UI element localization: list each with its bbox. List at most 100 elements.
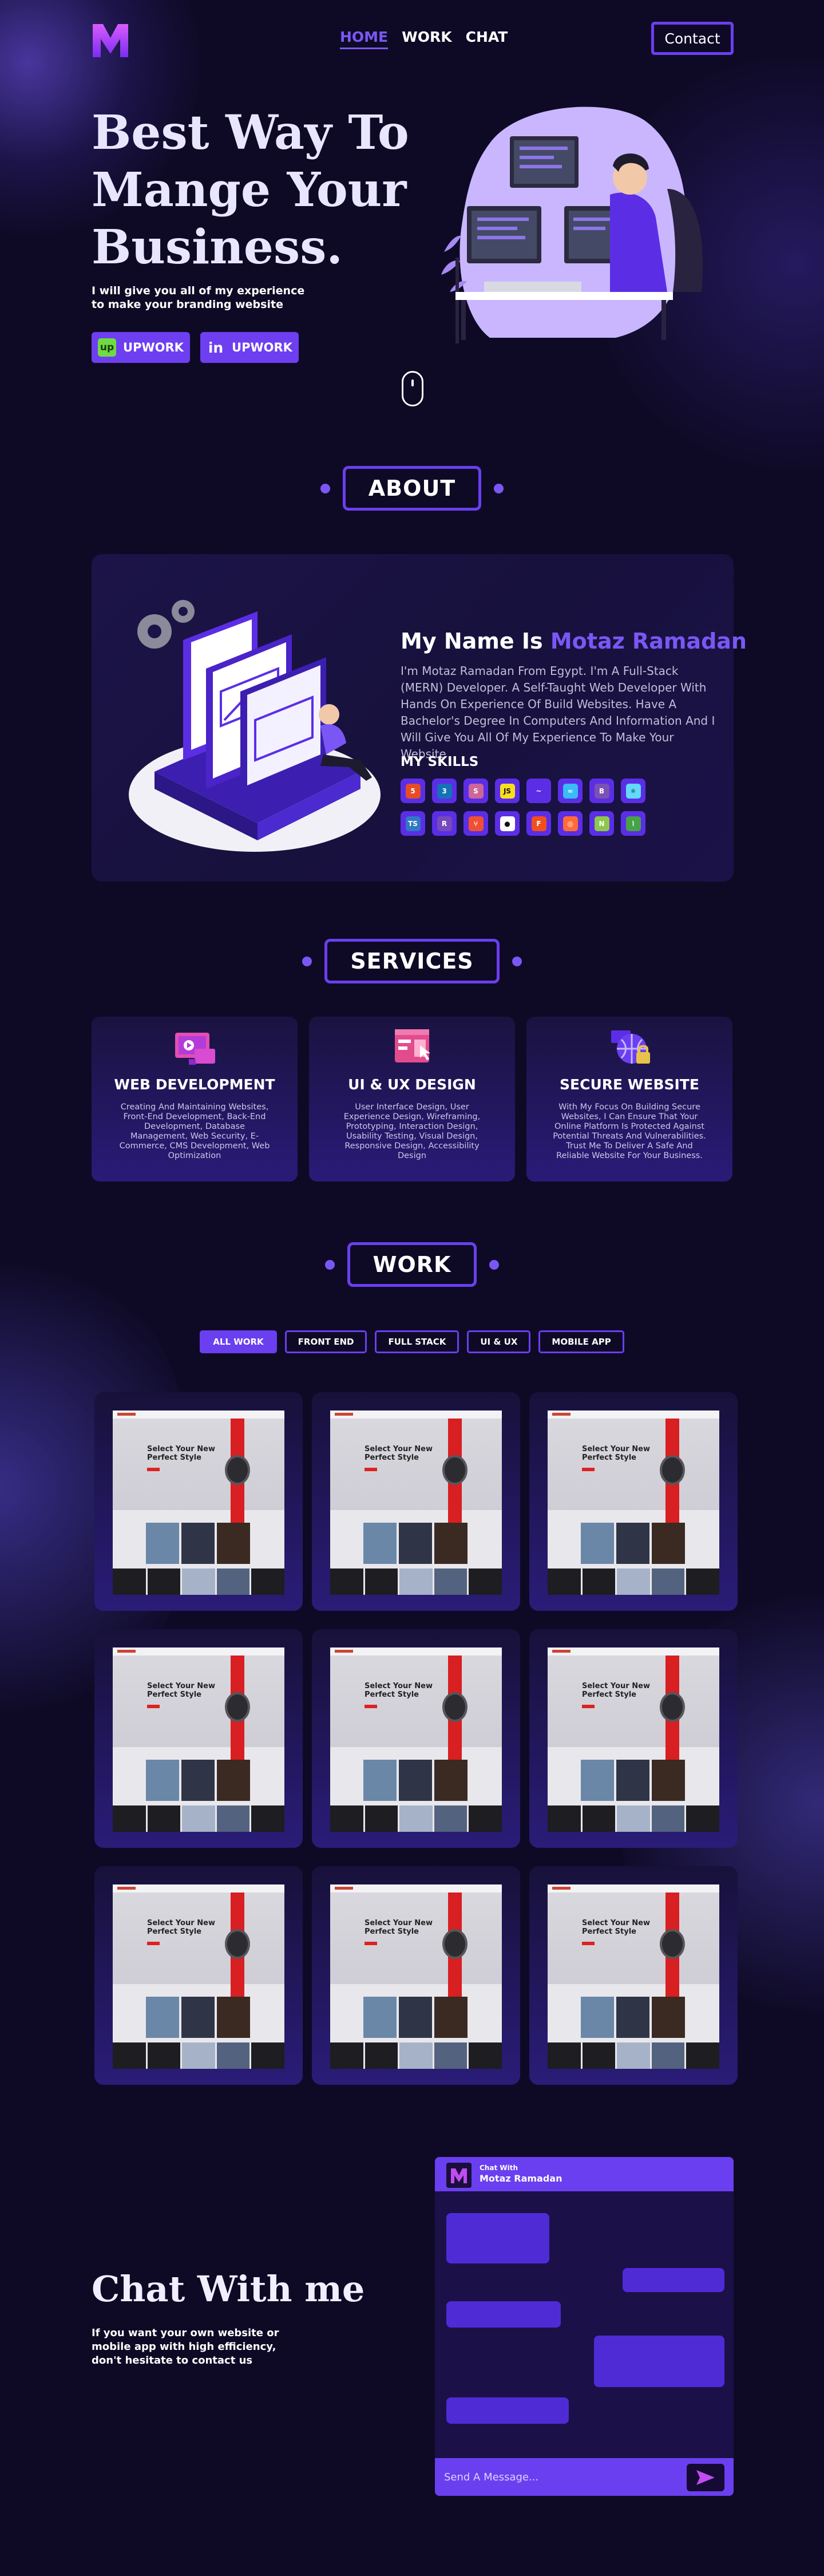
filter-front-end[interactable]: FRONT END (284, 1330, 367, 1353)
chat-message-input[interactable] (444, 2467, 679, 2487)
work-card[interactable]: Select Your New Perfect Style (529, 1629, 738, 1848)
bootstrap-icon: B (589, 779, 614, 803)
sass-icon: S (464, 779, 488, 803)
screenshot-strip (548, 2042, 719, 2069)
about-name-heading: My Name Is Motaz Ramadan (401, 629, 747, 654)
skill-glyph: JS (500, 783, 515, 799)
mongodb-icon: ⌇ (621, 811, 645, 836)
work-card[interactable]: Select Your New Perfect Style (312, 1392, 520, 1611)
screenshot-strip (113, 2042, 284, 2069)
chat-message-outgoing (623, 2268, 724, 2292)
skills-list: 5 3 S JS ~ ≈ B ⚛ TS R ⑂ ● F ◎ N ⌇ (401, 779, 664, 836)
screenshot-strip (113, 1805, 284, 1832)
send-button[interactable] (687, 2464, 724, 2491)
chat-input-bar (435, 2458, 734, 2496)
screenshot-top-bar (330, 1647, 502, 1656)
screenshot-top-bar (113, 1411, 284, 1419)
screenshot-button (582, 1468, 595, 1471)
name-prefix: My Name Is (401, 629, 543, 654)
chat-window: Chat With Motaz Ramadan (435, 2157, 734, 2496)
chat-message-outgoing (594, 2336, 724, 2387)
skill-glyph: B (594, 783, 609, 799)
filter-all-work[interactable]: ALL WORK (200, 1330, 277, 1353)
hero-title: Best Way To Mange Your Business. (92, 105, 409, 275)
ui-ux-design-icon (395, 1029, 430, 1062)
scroll-down-icon[interactable] (402, 371, 423, 406)
screenshot-top-bar (113, 1884, 284, 1893)
screenshot-gallery (146, 1760, 250, 1801)
linkedin-button-label: UPWORK (232, 341, 292, 354)
screenshot-button (147, 1942, 160, 1945)
service-text: Creating And Maintaining Websites, Front… (119, 1103, 270, 1160)
project-headline: Select Your New Perfect Style (365, 1919, 433, 1936)
screenshot-top-bar (113, 1647, 284, 1656)
postman-icon: ◎ (558, 811, 583, 836)
react-icon: ⚛ (621, 779, 645, 803)
screenshot-strip (548, 1805, 719, 1832)
screenshot-gallery (363, 1997, 468, 2038)
about-title: ABOUT (342, 466, 482, 511)
chat-contact-name: Motaz Ramadan (480, 2173, 562, 2184)
skill-glyph: ≈ (562, 783, 578, 799)
screenshot-button (365, 1468, 377, 1471)
work-card[interactable]: Select Your New Perfect Style (312, 1866, 520, 2085)
contact-button[interactable]: Contact (651, 22, 734, 55)
skill-glyph: 3 (437, 783, 452, 799)
project-screenshot: Select Your New Perfect Style (113, 1411, 284, 1595)
work-card[interactable]: Select Your New Perfect Style (529, 1866, 738, 2085)
work-card[interactable]: Select Your New Perfect Style (94, 1629, 303, 1848)
screenshot-hero (113, 1893, 284, 1984)
skill-glyph: ⑂ (468, 816, 484, 831)
project-screenshot: Select Your New Perfect Style (548, 1647, 719, 1832)
github-icon: ● (495, 811, 520, 836)
linkedin-button[interactable]: in UPWORK (200, 332, 299, 363)
javascript-icon: JS (495, 779, 520, 803)
chat-header: Chat With Motaz Ramadan (435, 2157, 734, 2191)
hero-subtitle: I will give you all of my experience to … (92, 285, 305, 311)
chat-message-incoming (446, 2213, 549, 2263)
screenshot-hero (330, 1656, 502, 1747)
about-section-title: ABOUT (0, 466, 824, 511)
skill-glyph: F (531, 816, 546, 831)
service-card-web-development: WEB DEVELOPMENT Creating And Maintaining… (92, 1017, 298, 1182)
watch-icon (660, 1455, 685, 1485)
services-title: SERVICES (324, 939, 500, 983)
screenshot-hero (548, 1656, 719, 1747)
logo-icon[interactable] (92, 22, 129, 60)
screenshot-top-bar (548, 1884, 719, 1893)
skill-glyph: ⌇ (625, 816, 641, 831)
work-filters: ALL WORK FRONT END FULL STACK UI & UX MO… (0, 1330, 824, 1353)
filter-full-stack[interactable]: FULL STACK (375, 1330, 459, 1353)
work-card[interactable]: Select Your New Perfect Style (94, 1392, 303, 1611)
screenshot-strip (330, 2042, 502, 2069)
about-card: My Name Is Motaz Ramadan I'm Motaz Ramad… (92, 554, 747, 882)
avatar (446, 2163, 472, 2188)
css-icon: 3 (432, 779, 457, 803)
figma-icon: F (526, 811, 551, 836)
nav-work[interactable]: WORK (402, 29, 451, 49)
screenshot-strip (548, 1568, 719, 1595)
screenshot-hero (548, 1893, 719, 1984)
chat-title: Chat With me (92, 2268, 365, 2310)
nav-home[interactable]: HOME (340, 29, 389, 49)
about-description: I'm Motaz Ramadan From Egypt. I'm A Full… (401, 664, 715, 761)
screenshot-gallery (146, 1997, 250, 2038)
upwork-button[interactable]: up UPWORK (92, 332, 190, 363)
project-screenshot: Select Your New Perfect Style (113, 1884, 284, 2069)
nav-chat[interactable]: CHAT (466, 29, 508, 49)
screenshot-strip (330, 1805, 502, 1832)
filter-mobile-app[interactable]: MOBILE APP (538, 1330, 624, 1353)
work-card[interactable]: Select Your New Perfect Style (312, 1629, 520, 1848)
skill-glyph: 5 (405, 783, 421, 799)
title-dot (302, 956, 312, 966)
project-screenshot: Select Your New Perfect Style (330, 1884, 502, 2069)
screenshot-gallery (363, 1760, 468, 1801)
work-card[interactable]: Select Your New Perfect Style (529, 1392, 738, 1611)
upwork-icon: up (98, 338, 117, 357)
screenshot-button (147, 1468, 160, 1471)
chat-message-incoming (446, 2301, 561, 2328)
title-dot (512, 956, 522, 966)
filter-ui-ux[interactable]: UI & UX (467, 1330, 531, 1353)
work-card[interactable]: Select Your New Perfect Style (94, 1866, 303, 2085)
hero-illustration (441, 106, 703, 343)
